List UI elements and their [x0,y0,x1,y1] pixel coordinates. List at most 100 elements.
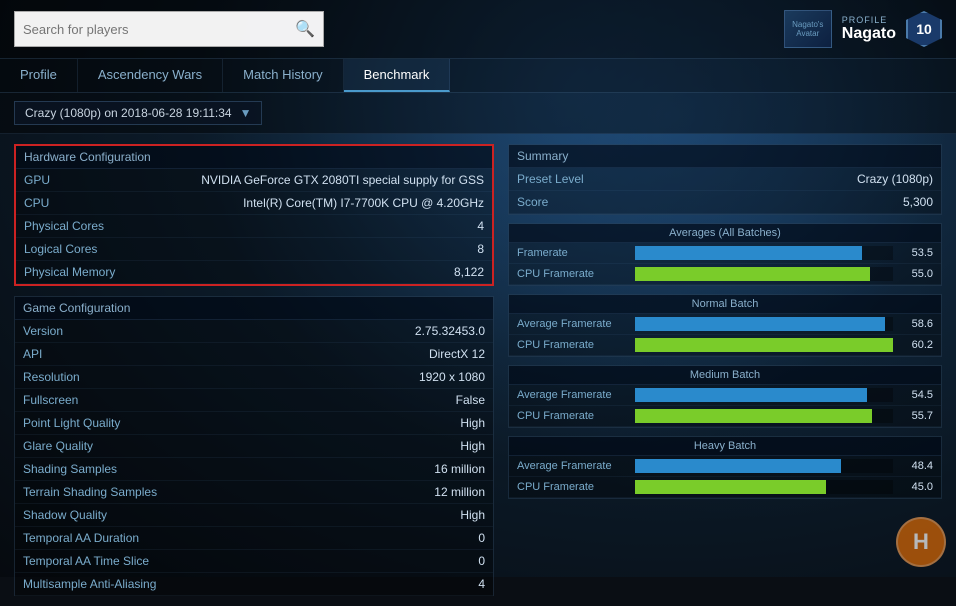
profile-label: PROFILE [842,15,896,25]
chevron-down-icon: ▼ [240,106,252,120]
bar-label: CPU Framerate [517,410,627,422]
bar-container [635,317,893,331]
game-value: High [165,412,493,435]
tab-ascendency[interactable]: Ascendency Wars [78,59,223,92]
search-container: 🔍 [14,11,324,47]
summary-header: Summary [509,145,941,168]
main-content: Hardware Configuration GPUNVIDIA GeForce… [0,134,956,606]
tab-match-history[interactable]: Match History [223,59,343,92]
table-row: Terrain Shading Samples12 million [15,481,493,504]
bar-label: Framerate [517,247,627,259]
medium-batch-header: Medium Batch [509,366,941,385]
bar-container [635,459,893,473]
game-label: Shading Samples [15,458,165,481]
table-row: Temporal AA Time Slice0 [15,550,493,573]
bar-row: CPU Framerate 55.7 [509,406,941,427]
game-value: High [165,435,493,458]
score-label: Score [517,195,548,209]
bar-container [635,388,893,402]
bar-value: 55.7 [901,410,933,422]
profile-name: Nagato [842,25,896,43]
search-icon[interactable]: 🔍 [295,19,315,39]
game-label: API [15,343,165,366]
hardware-config: Hardware Configuration GPUNVIDIA GeForce… [14,144,494,286]
heavy-batch-section: Heavy Batch Average Framerate 48.4 CPU F… [508,436,942,499]
game-label: Temporal AA Duration [15,527,165,550]
game-value: DirectX 12 [165,343,493,366]
normal-batch-section: Normal Batch Average Framerate 58.6 CPU … [508,294,942,357]
bar-row: CPU Framerate 45.0 [509,477,941,498]
bar-row: Average Framerate 48.4 [509,456,941,477]
bar-fill [635,409,872,423]
game-value: False [165,389,493,412]
bar-label: Average Framerate [517,389,627,401]
tab-benchmark[interactable]: Benchmark [344,59,451,92]
bar-row: CPU Framerate 60.2 [509,335,941,356]
normal-batch-header: Normal Batch [509,295,941,314]
table-row: Logical Cores8 [16,238,492,261]
game-label: Version [15,320,165,343]
table-row: Multisample Anti-Aliasing4 [15,573,493,596]
header: 🔍 Nagato's Avatar PROFILE Nagato 10 [0,0,956,59]
bar-label: Average Framerate [517,318,627,330]
game-value: 0 [165,527,493,550]
game-label: Resolution [15,366,165,389]
game-value: 16 million [165,458,493,481]
averages-header: Averages (All Batches) [509,224,941,243]
bar-row: Average Framerate 58.6 [509,314,941,335]
watermark: H [896,517,946,567]
hw-label: CPU [16,192,136,215]
game-value: On [165,596,493,597]
search-input[interactable] [23,22,295,37]
game-value: 1920 x 1080 [165,366,493,389]
bar-label: CPU Framerate [517,339,627,351]
table-row: Glare QualityHigh [15,435,493,458]
bar-row: Framerate 53.5 [509,243,941,264]
hw-value: 8 [136,238,492,261]
table-row: GPUNVIDIA GeForce GTX 2080TI special sup… [16,169,492,192]
hw-value: 8,122 [136,261,492,284]
hardware-config-table: GPUNVIDIA GeForce GTX 2080TI special sup… [16,169,492,284]
bar-value: 60.2 [901,339,933,351]
preset-level-value: Crazy (1080p) [857,172,933,186]
score-row: Score 5,300 [509,191,941,214]
profile-area: Nagato's Avatar PROFILE Nagato 10 [784,10,942,48]
heavy-batch-header: Heavy Batch [509,437,941,456]
game-config: Game Configuration Version2.75.32453.0AP… [14,296,494,596]
bar-fill [635,459,841,473]
bar-container [635,246,893,260]
hw-label: Logical Cores [16,238,136,261]
bar-fill [635,267,870,281]
table-row: APIDirectX 12 [15,343,493,366]
bar-container [635,267,893,281]
tab-profile[interactable]: Profile [0,59,78,92]
table-row: Resolution1920 x 1080 [15,366,493,389]
summary-section: Summary Preset Level Crazy (1080p) Score… [508,144,942,215]
bar-fill [635,246,862,260]
table-row: Point Light QualityHigh [15,412,493,435]
table-row: Shading Samples16 million [15,458,493,481]
table-row: Version2.75.32453.0 [15,320,493,343]
hw-label: GPU [16,169,136,192]
bar-value: 45.0 [901,481,933,493]
game-label: Shadow Quality [15,504,165,527]
table-row: Shadow QualityHigh [15,504,493,527]
bar-fill [635,338,893,352]
benchmark-dropdown[interactable]: Crazy (1080p) on 2018-06-28 19:11:34 ▼ [14,101,262,125]
hw-value: 4 [136,215,492,238]
game-value: High [165,504,493,527]
score-value: 5,300 [903,195,933,209]
preset-level-row: Preset Level Crazy (1080p) [509,168,941,191]
bar-container [635,480,893,494]
table-row: FullscreenFalse [15,389,493,412]
bar-label: CPU Framerate [517,481,627,493]
bar-value: 53.5 [901,247,933,259]
table-row: CPUIntel(R) Core(TM) I7-7700K CPU @ 4.20… [16,192,492,215]
bar-value: 54.5 [901,389,933,401]
game-label: Glare Quality [15,435,165,458]
game-config-table: Version2.75.32453.0APIDirectX 12Resoluti… [15,320,493,596]
avatar: Nagato's Avatar [784,10,832,48]
table-row: Physical Cores4 [16,215,492,238]
right-panel: Summary Preset Level Crazy (1080p) Score… [508,144,942,596]
bar-container [635,409,893,423]
